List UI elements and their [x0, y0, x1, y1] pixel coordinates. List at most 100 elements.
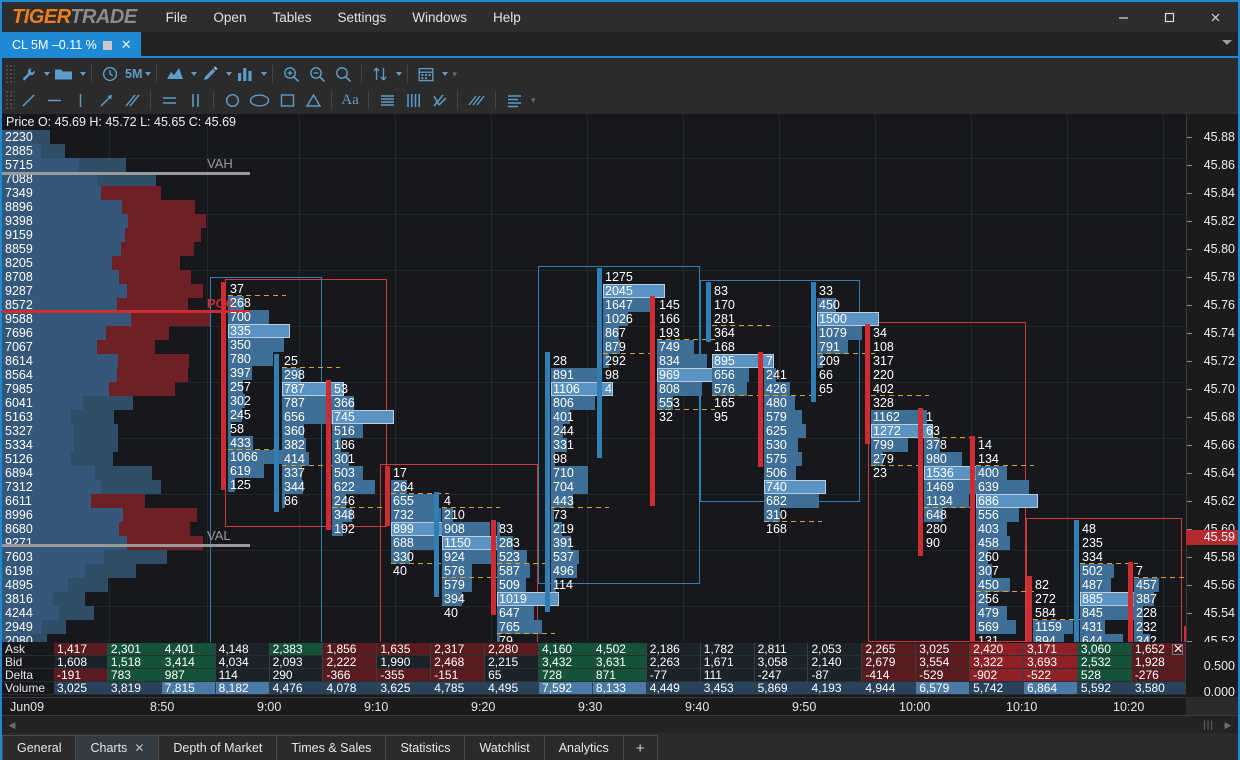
- footer-tab-times-sales[interactable]: Times & Sales: [276, 735, 386, 760]
- toolbar-separator: [156, 65, 157, 83]
- waves-icon[interactable]: [464, 88, 489, 112]
- bars-chevron-down-icon[interactable]: [261, 72, 267, 76]
- footprint-cell-value: 530: [764, 438, 787, 452]
- toolbar-grip[interactable]: [5, 90, 15, 110]
- pipes-icon[interactable]: [183, 88, 207, 112]
- zoom-out-icon[interactable]: [305, 62, 329, 86]
- toolbar-overflow-icon[interactable]: ▾: [452, 69, 457, 80]
- footprint-cell-value: 2045: [603, 284, 633, 298]
- toolbar-grip[interactable]: [5, 64, 15, 84]
- price-tick-mark: [1187, 305, 1192, 306]
- footprint-cell-value: 433: [228, 436, 251, 450]
- footer-tab-depth-of-market[interactable]: Depth of Market: [158, 735, 277, 760]
- triangle-icon[interactable]: [301, 88, 325, 112]
- table-cell: -902: [970, 669, 1024, 682]
- ellipse-icon[interactable]: [246, 88, 273, 112]
- footprint-cell-value: 244: [551, 424, 574, 438]
- toolbar-separator: [272, 65, 273, 83]
- footprint-cell-value: 845: [1080, 606, 1103, 620]
- chart-style-chevron-down-icon[interactable]: [191, 72, 197, 76]
- footprint-cell-value: 686: [976, 494, 999, 508]
- footprint-cell-value: 443: [551, 494, 574, 508]
- table-cell: 1,608: [54, 656, 108, 669]
- footprint-cell-value: 193: [657, 326, 680, 340]
- folder-icon[interactable]: [51, 62, 76, 86]
- footprint-cell-value: 125: [228, 478, 251, 492]
- footprint-chart[interactable]: Price O: 45.69 H: 45.72 L: 45.65 C: 45.6…: [2, 114, 1238, 642]
- table-cell: 65: [485, 669, 539, 682]
- pencil-icon[interactable]: [198, 62, 222, 86]
- sort-chevron-down-icon[interactable]: [396, 72, 402, 76]
- tab-overflow-chevron-icon[interactable]: [1222, 40, 1232, 45]
- document-tab-cl-5m[interactable]: CL 5M –0.11 % ✕: [2, 32, 141, 58]
- timeframe-label[interactable]: 5M: [125, 67, 142, 81]
- clock-icon[interactable]: [98, 62, 122, 86]
- horizontal-scrollbar[interactable]: ◀ ||| ▶: [2, 715, 1238, 733]
- footer-tab-watchlist[interactable]: Watchlist: [464, 735, 544, 760]
- rectangle-icon[interactable]: [275, 88, 299, 112]
- text-icon[interactable]: Aa: [338, 88, 362, 112]
- align-icon[interactable]: [502, 88, 526, 112]
- footprint-cell-value: 885: [1080, 592, 1103, 606]
- footprint-cell-value: 166: [657, 312, 680, 326]
- folder-chevron-down-icon[interactable]: [80, 72, 86, 76]
- menu-item-file[interactable]: File: [155, 6, 199, 29]
- footprint-cell-value: 787: [282, 382, 305, 396]
- lines-icon[interactable]: [375, 88, 399, 112]
- scroll-grip-icon[interactable]: |||: [1203, 720, 1214, 731]
- footer-tab-charts[interactable]: Charts✕: [75, 735, 159, 760]
- scale-label-upper: 0.500: [1204, 659, 1235, 673]
- maximize-icon[interactable]: [1146, 2, 1192, 32]
- toolbar-overflow-icon[interactable]: ▾: [531, 95, 536, 106]
- table-cell: 7,592: [539, 682, 593, 695]
- footprint-cell-value: 867: [603, 326, 626, 340]
- footprint-cell-value: 791: [817, 340, 840, 354]
- table-cell: 3,060: [1078, 643, 1132, 656]
- pitchfork-icon[interactable]: [427, 88, 451, 112]
- parallel-lines-icon[interactable]: [120, 88, 144, 112]
- calendar-icon[interactable]: [414, 62, 438, 86]
- pencil-chevron-down-icon[interactable]: [226, 72, 232, 76]
- chart-style-icon[interactable]: [163, 62, 187, 86]
- footer-tab-statistics[interactable]: Statistics: [385, 735, 465, 760]
- volume-profile-value: 7312: [5, 480, 33, 494]
- vertical-line-icon[interactable]: [68, 88, 92, 112]
- equals-icon[interactable]: [157, 88, 181, 112]
- footer-tab-analytics[interactable]: Analytics: [544, 735, 624, 760]
- wrench-icon[interactable]: [16, 62, 40, 86]
- add-tab-button[interactable]: +: [623, 735, 658, 760]
- horizontal-line-icon[interactable]: [42, 88, 66, 112]
- minimize-icon[interactable]: [1100, 2, 1146, 32]
- close-icon[interactable]: [1192, 2, 1238, 32]
- tab-close-icon[interactable]: ✕: [118, 37, 135, 53]
- scroll-left-icon[interactable]: ◀: [6, 719, 18, 731]
- table-cell: 3,631: [593, 656, 647, 669]
- menu-item-help[interactable]: Help: [482, 6, 532, 29]
- bars-icon[interactable]: [233, 62, 257, 86]
- scroll-right-icon[interactable]: ▶: [1222, 719, 1234, 731]
- price-tick-label: 45.54: [1204, 606, 1235, 620]
- volume-profile-value: 5715: [5, 158, 33, 172]
- price-axis[interactable]: 45.8845.8645.8445.8245.8045.7845.7645.74…: [1186, 114, 1238, 642]
- zoom-in-icon[interactable]: [279, 62, 303, 86]
- footprint-cell-value: 98: [551, 452, 567, 466]
- arrow-icon[interactable]: [94, 88, 118, 112]
- menu-item-settings[interactable]: Settings: [326, 6, 397, 29]
- panel-close-icon[interactable]: ✕: [1172, 644, 1183, 655]
- wrench-chevron-down-icon[interactable]: [44, 72, 50, 76]
- volume-profile-row: 9271: [2, 536, 242, 550]
- menu-item-windows[interactable]: Windows: [401, 6, 478, 29]
- fibonacci-icon[interactable]: [401, 88, 425, 112]
- line-icon[interactable]: [16, 88, 40, 112]
- footprint-cell-value: 131: [976, 634, 999, 642]
- sort-icon[interactable]: [368, 62, 392, 86]
- timeframe-chevron-down-icon[interactable]: [145, 72, 151, 76]
- footer-tab-close-icon[interactable]: ✕: [134, 741, 144, 755]
- menu-item-open[interactable]: Open: [202, 6, 257, 29]
- circle-icon[interactable]: [220, 88, 244, 112]
- calendar-chevron-down-icon[interactable]: [442, 72, 448, 76]
- footer-tab-general[interactable]: General: [2, 735, 76, 760]
- menu-item-tables[interactable]: Tables: [261, 6, 322, 29]
- footprint-cell-value: 382: [282, 438, 305, 452]
- zoom-reset-icon[interactable]: [331, 62, 355, 86]
